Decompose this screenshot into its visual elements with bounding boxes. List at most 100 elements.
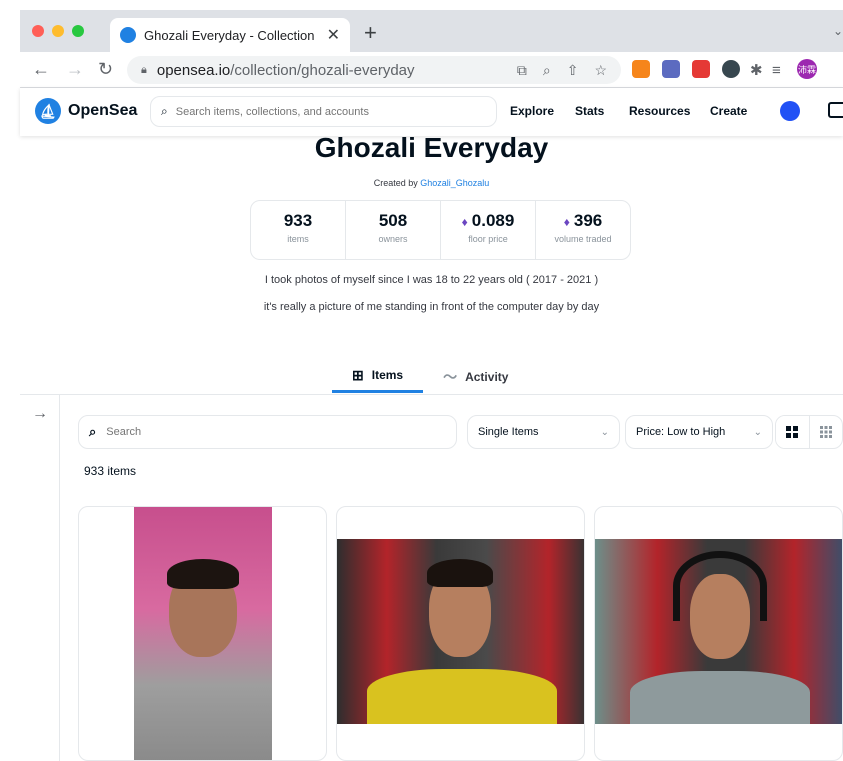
created-by-label: Created by	[373, 178, 421, 188]
tab-items[interactable]: ⊞ Items	[332, 360, 424, 393]
stat-value: 933	[283, 211, 313, 230]
video-extension-icon[interactable]	[692, 60, 710, 78]
browser-tab-active[interactable]: Ghozali Everyday - Collection | ✕	[110, 18, 350, 52]
address-bar[interactable]: 🔒︎ opensea.io/collection/ghozali-everyda…	[127, 56, 621, 84]
headphones-shape	[673, 551, 767, 621]
profile-avatar[interactable]: 沛霖	[797, 59, 817, 79]
url-path: /collection/ghozali-everyday	[230, 61, 415, 79]
global-search-input[interactable]	[175, 105, 486, 118]
stat-value: 508	[378, 211, 408, 230]
stat-value: 396	[573, 211, 603, 230]
shirt-shape	[367, 669, 557, 724]
nft-card[interactable]	[78, 506, 327, 761]
small-grid-button[interactable]	[808, 416, 843, 448]
stat-volume-traded[interactable]: ♦ 396 volume traded	[536, 201, 630, 259]
more-menu-icon[interactable]: ⋮	[835, 58, 843, 79]
browser-toolbar: ← → ↻ 🔒︎ opensea.io/collection/ghozali-e…	[20, 52, 843, 88]
minimize-window-button[interactable]	[52, 25, 64, 37]
close-window-button[interactable]	[32, 25, 44, 37]
brand-name[interactable]: OpenSea	[68, 102, 137, 120]
account-avatar[interactable]	[780, 101, 800, 121]
new-tab-button[interactable]: +	[364, 22, 377, 44]
nav-resources[interactable]: Resources	[629, 104, 690, 118]
expand-filters-arrow-icon[interactable]: →	[32, 405, 48, 423]
collection-search-input[interactable]	[106, 426, 446, 438]
created-by: Created by Ghozali_Ghozalu	[20, 178, 843, 188]
hair-shape	[427, 559, 493, 587]
tabs-divider	[20, 394, 843, 395]
collection-tabs: ⊞ Items 〜 Activity	[332, 360, 528, 393]
tab-label: Activity	[465, 369, 509, 384]
color-extension-icon[interactable]	[722, 60, 740, 78]
browser-tab-bar: Ghozali Everyday - Collection | ✕ + ⌄	[20, 10, 843, 52]
stat-floor-price[interactable]: ♦ 0.089 floor price	[441, 201, 536, 259]
tab-title: Ghozali Everyday - Collection |	[144, 27, 319, 43]
zoom-icon[interactable]: ⌕	[543, 62, 551, 79]
extension-icon[interactable]	[662, 60, 680, 78]
stat-label: owners	[378, 234, 408, 244]
stat-value: 0.089	[471, 211, 515, 230]
nav-create[interactable]: Create	[710, 104, 747, 118]
hair-shape	[167, 559, 239, 589]
opensea-favicon-icon	[120, 27, 136, 43]
chevron-down-icon: ⌄	[600, 426, 609, 438]
stat-label: items	[287, 234, 309, 244]
small-grid-icon	[819, 426, 832, 438]
grid-icon: ⊞	[352, 366, 364, 383]
opensea-header: ⛵︎ OpenSea ⌕ Explore Stats Resources Cre…	[20, 88, 843, 136]
stat-label: volume traded	[554, 234, 612, 244]
nft-image	[337, 539, 584, 724]
reload-icon[interactable]: ↻	[98, 58, 113, 80]
maximize-window-button[interactable]	[72, 25, 84, 37]
collection-stats: 933 items 508 owners ♦ 0.089 floor price …	[250, 200, 631, 260]
ethereum-icon: ♦	[461, 215, 468, 229]
sidebar-divider	[59, 395, 60, 761]
nft-card[interactable]	[336, 506, 585, 761]
global-search[interactable]: ⌕	[150, 96, 497, 127]
collection-description-line-2: it's really a picture of me standing in …	[263, 301, 600, 313]
tab-search-icon[interactable]: ⌄	[833, 24, 843, 38]
bookmark-star-icon[interactable]: ☆	[594, 62, 607, 79]
forward-arrow-icon[interactable]: →	[66, 58, 84, 80]
stat-items[interactable]: 933 items	[251, 201, 346, 259]
reading-list-icon[interactable]: ≡	[772, 60, 781, 82]
nav-stats[interactable]: Stats	[575, 104, 604, 118]
ethereum-icon: ♦	[563, 215, 570, 229]
stat-owners[interactable]: 508 owners	[346, 201, 441, 259]
nft-image	[595, 539, 842, 724]
large-grid-button[interactable]	[776, 416, 809, 448]
nft-card[interactable]	[594, 506, 843, 761]
metamask-extension-icon[interactable]	[632, 60, 650, 78]
url-text: opensea.io/collection/ghozali-everyday	[157, 62, 415, 79]
tab-activity[interactable]: 〜 Activity	[423, 360, 528, 393]
translate-icon[interactable]: ⧉	[517, 62, 527, 79]
select-value: Price: Low to High	[636, 426, 726, 438]
item-type-select[interactable]: Single Items ⌄	[467, 415, 620, 449]
opensea-logo-icon[interactable]: ⛵︎	[35, 98, 61, 124]
collection-search[interactable]: ⌕	[78, 415, 457, 449]
items-count: 933 items	[84, 464, 137, 478]
stat-value-row: ♦ 396	[536, 211, 630, 231]
sort-select[interactable]: Price: Low to High ⌄	[625, 415, 773, 449]
nft-image	[134, 507, 272, 760]
collection-description-line-1: I took photos of myself since I was 18 t…	[264, 274, 599, 286]
search-icon: ⌕	[89, 424, 97, 439]
large-grid-icon	[786, 426, 799, 438]
omnibox-actions: ⧉ ⌕ ⇧ ☆	[517, 62, 607, 79]
select-value: Single Items	[478, 426, 539, 438]
stat-value-row: ♦ 0.089	[441, 211, 535, 231]
tab-close-icon[interactable]: ✕	[327, 25, 340, 45]
url-host: opensea.io	[156, 61, 231, 79]
nav-explore[interactable]: Explore	[510, 104, 554, 118]
lock-icon: 🔒︎	[141, 63, 147, 76]
back-arrow-icon[interactable]: ←	[32, 58, 50, 80]
grid-view-toggle	[775, 415, 843, 449]
share-icon[interactable]: ⇧	[567, 62, 579, 79]
tab-label: Items	[371, 368, 404, 382]
wallet-icon[interactable]	[828, 102, 843, 118]
puzzle-extensions-icon[interactable]: ✱	[750, 60, 763, 82]
creator-link[interactable]: Ghozali_Ghozalu	[420, 178, 489, 188]
stat-label: floor price	[468, 234, 508, 244]
chevron-down-icon: ⌄	[753, 426, 762, 438]
shirt-shape	[630, 671, 810, 724]
